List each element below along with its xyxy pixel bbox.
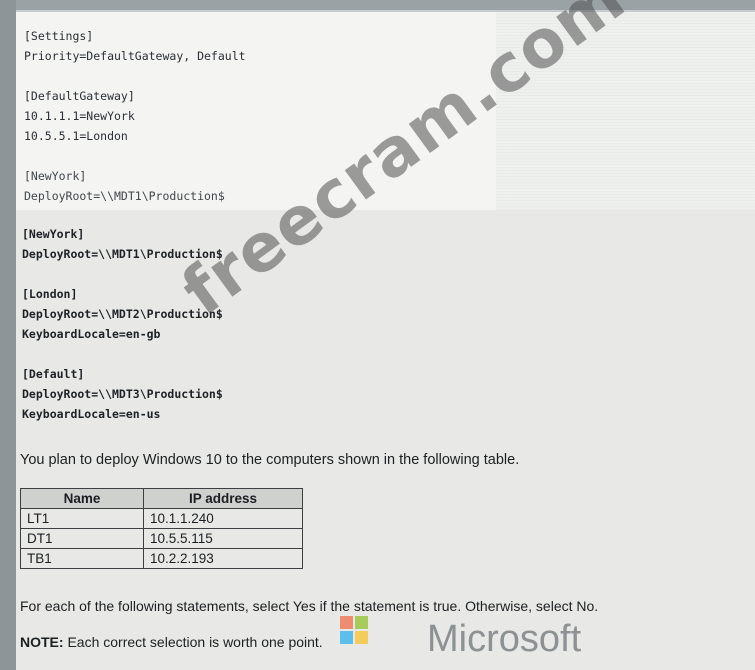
cell-ip: 10.1.1.240 [143,508,303,529]
code-line: [NewYork] [22,227,85,241]
table-row: TB1 10.2.2.193 [20,548,303,569]
table-header-row: Name IP address [20,488,303,509]
note-line: NOTE: Each correct selection is worth on… [20,634,323,650]
code-line: DeployRoot=\\MDT2\Production$ [22,307,223,321]
column-header-ip: IP address [143,488,303,509]
logo-square-blue [340,631,353,644]
code-line: DeployRoot=\\MDT3\Production$ [22,387,223,401]
instruction-text: For each of the following statements, se… [20,598,599,614]
cell-name: TB1 [20,548,144,569]
microsoft-logo-icon [340,616,368,644]
code-line: DeployRoot=\\MDT1\Production$ [24,189,225,203]
code-line: Priority=DefaultGateway, Default [24,49,246,63]
code-line: 10.1.1.1=NewYork [24,109,135,123]
code-line: KeyboardLocale=en-us [22,407,161,421]
logo-square-red [340,616,353,629]
table-row: LT1 10.1.1.240 [20,508,303,529]
intro-text: You plan to deploy Windows 10 to the com… [20,452,520,468]
table-row: DT1 10.5.5.115 [20,528,303,549]
cell-name: LT1 [20,508,144,529]
cell-ip: 10.2.2.193 [143,548,303,569]
logo-square-green [355,616,368,629]
code-line: 10.5.5.1=London [24,129,128,143]
column-header-name: Name [20,488,144,509]
code-line: [Default] [22,367,85,381]
code-line: [Settings] [24,29,94,43]
photo-frame-top [0,0,755,10]
computers-table: Name IP address LT1 10.1.1.240 DT1 10.5.… [20,488,303,569]
code-line: [London] [22,287,78,301]
note-text: Each correct selection is worth one poin… [63,634,323,650]
code-line: KeyboardLocale=en-gb [22,327,161,341]
note-label: NOTE: [20,634,64,650]
logo-square-yellow [355,631,368,644]
photo-frame-left [0,0,16,670]
code-line: [DefaultGateway] [24,89,135,103]
code-line: [NewYork] [24,169,87,183]
microsoft-brand-text: Microsoft [427,618,582,660]
cell-name: DT1 [20,528,144,549]
cell-ip: 10.5.5.115 [143,528,303,549]
